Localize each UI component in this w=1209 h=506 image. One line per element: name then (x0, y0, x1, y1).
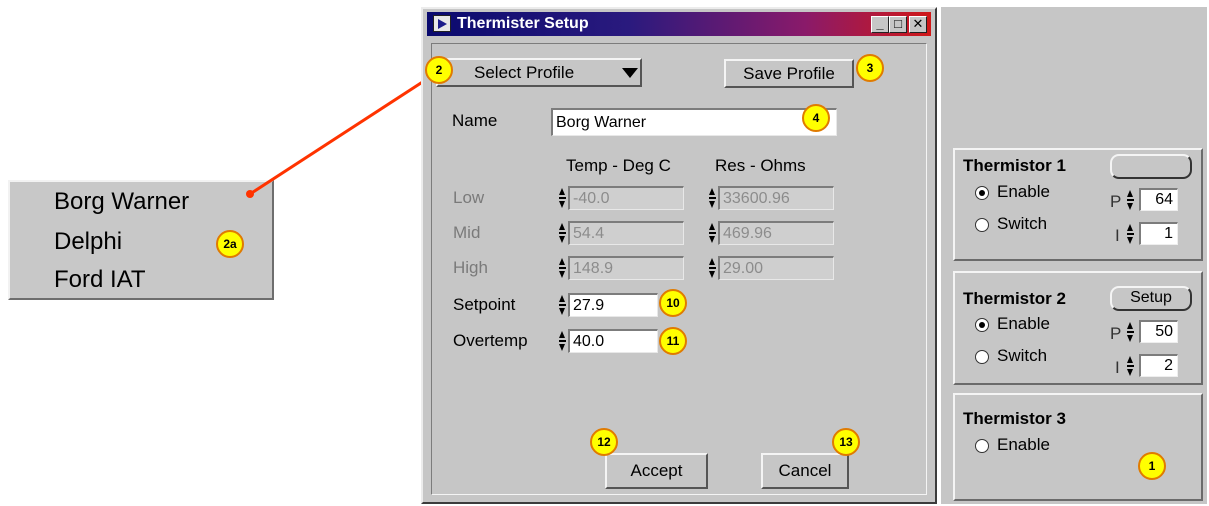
callout-1: 1 (1138, 452, 1166, 480)
overtemp-spinner-icon[interactable] (558, 329, 567, 353)
name-label: Name (452, 111, 498, 130)
temp-column-header: Temp - Deg C (566, 156, 671, 175)
callout-2a: 2a (216, 230, 244, 258)
thermistor-2-box: Thermistor 2 Setup Enable Switch P 50 I … (953, 271, 1203, 385)
mid-label: Mid (453, 223, 481, 242)
overtemp-field[interactable]: 40.0 (568, 329, 658, 353)
app-icon (433, 15, 451, 32)
high-temp-field[interactable]: 148.9 (568, 256, 684, 280)
callout-4: 4 (802, 104, 830, 132)
thermistor-3-title: Thermistor 3 (963, 409, 1066, 428)
thermistor-2-p-field[interactable]: 50 (1139, 320, 1178, 343)
callout-13: 13 (832, 428, 860, 456)
accept-button[interactable]: Accept (605, 453, 708, 489)
res-column-header: Res - Ohms (715, 156, 806, 175)
thermistor-3-enable-radio[interactable] (975, 439, 989, 453)
thermistor-1-i-field[interactable]: 1 (1139, 222, 1178, 245)
thermistor-1-switch-label: Switch (997, 214, 1048, 233)
thermistor-2-switch-label: Switch (997, 346, 1048, 365)
thermistor-1-i-spinner-icon[interactable] (1126, 222, 1135, 246)
thermistor-2-p-spinner-icon[interactable] (1126, 320, 1135, 344)
thermistor-2-switch-radio[interactable] (975, 350, 989, 364)
callout-3: 3 (856, 54, 884, 82)
thermistor-2-setup-button[interactable]: Setup (1110, 286, 1192, 311)
thermistor-1-p-label: P (1110, 192, 1122, 211)
callout-2: 2 (425, 56, 453, 84)
callout-12: 12 (590, 428, 618, 456)
thermistor-panel: Thermistor 1 Enable Switch P 64 I 1 Ther… (941, 7, 1207, 504)
select-profile-label: Select Profile (474, 63, 575, 82)
thermistor-1-switch-radio[interactable] (975, 218, 989, 232)
thermistor-2-p-label: P (1110, 324, 1122, 343)
high-res-spinner-icon[interactable] (708, 256, 717, 280)
thermistor-1-p-spinner-icon[interactable] (1126, 188, 1135, 212)
thermistor-1-title: Thermistor 1 (963, 156, 1066, 175)
dialog-body: Select Profile Save Profile Name Borg Wa… (431, 43, 927, 495)
connector-dot (246, 190, 254, 198)
cancel-button[interactable]: Cancel (761, 453, 849, 489)
thermistor-1-i-label: I (1115, 226, 1120, 245)
thermister-setup-dialog: Thermister Setup _ □ ✕ Select Profile Sa… (421, 7, 937, 504)
mid-res-field[interactable]: 469.96 (718, 221, 834, 245)
thermistor-2-i-field[interactable]: 2 (1139, 354, 1178, 377)
callout-11: 11 (659, 327, 687, 355)
dropdown-arrow-icon (622, 68, 638, 78)
low-temp-field[interactable]: -40.0 (568, 186, 684, 210)
maximize-button[interactable]: □ (889, 16, 907, 33)
thermistor-1-p-field[interactable]: 64 (1139, 188, 1178, 211)
save-profile-button[interactable]: Save Profile (724, 59, 854, 88)
high-temp-spinner-icon[interactable] (558, 256, 567, 280)
window-title: Thermister Setup (457, 15, 589, 32)
setpoint-label: Setpoint (453, 295, 516, 314)
thermistor-2-title: Thermistor 2 (963, 289, 1066, 308)
thermistor-3-enable-label: Enable (997, 435, 1050, 454)
title-bar[interactable]: Thermister Setup _ □ ✕ (427, 12, 931, 36)
minimize-button[interactable]: _ (871, 16, 889, 33)
mid-temp-spinner-icon[interactable] (558, 221, 567, 245)
callout-10: 10 (659, 289, 687, 317)
thermistor-1-enable-label: Enable (997, 182, 1050, 201)
low-temp-spinner-icon[interactable] (558, 186, 567, 210)
low-res-field[interactable]: 33600.96 (718, 186, 834, 210)
connector-line (249, 68, 442, 196)
overtemp-label: Overtemp (453, 331, 528, 350)
name-field[interactable]: Borg Warner (551, 108, 837, 136)
thermistor-2-i-spinner-icon[interactable] (1126, 354, 1135, 378)
thermistor-2-enable-label: Enable (997, 314, 1050, 333)
thermistor-1-box: Thermistor 1 Enable Switch P 64 I 1 (953, 148, 1203, 261)
high-res-field[interactable]: 29.00 (718, 256, 834, 280)
close-button[interactable]: ✕ (909, 16, 927, 33)
setpoint-spinner-icon[interactable] (558, 293, 567, 317)
mid-res-spinner-icon[interactable] (708, 221, 717, 245)
low-label: Low (453, 188, 485, 207)
thermistor-1-setup-button[interactable] (1110, 154, 1192, 179)
select-profile-dropdown[interactable]: Select Profile (436, 58, 642, 87)
setpoint-field[interactable]: 27.9 (568, 293, 658, 317)
low-res-spinner-icon[interactable] (708, 186, 717, 210)
thermistor-3-box: Thermistor 3 Enable (953, 393, 1203, 501)
thermistor-2-enable-radio[interactable] (975, 318, 989, 332)
mid-temp-field[interactable]: 54.4 (568, 221, 684, 245)
thermistor-1-enable-radio[interactable] (975, 186, 989, 200)
high-label: High (453, 258, 488, 277)
thermistor-2-i-label: I (1115, 358, 1120, 377)
